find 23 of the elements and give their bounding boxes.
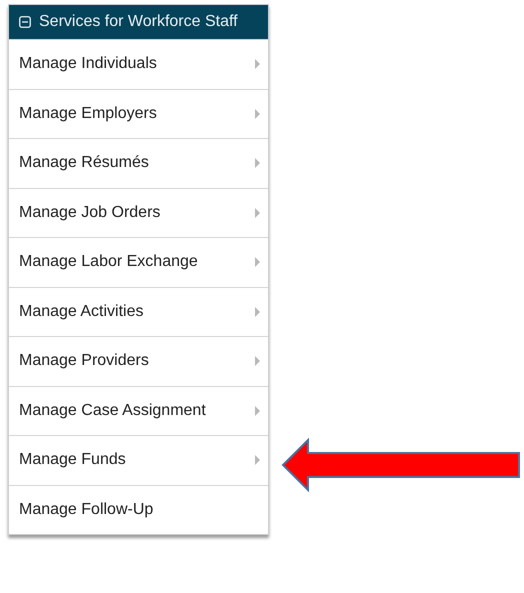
menu-item[interactable]: Manage Providers xyxy=(9,336,268,386)
menu-item[interactable]: Manage Case Assignment xyxy=(9,386,268,435)
menu-item[interactable]: Manage Employers xyxy=(9,88,268,138)
menu-title: Services for Workforce Staff xyxy=(19,8,258,36)
caret-icon xyxy=(255,257,260,268)
menu-item[interactable]: Manage Activities xyxy=(9,286,268,336)
menu-item[interactable]: Manage Job Orders xyxy=(9,188,268,237)
caret-icon xyxy=(255,455,260,466)
caret-icon xyxy=(255,356,260,366)
caret-icon xyxy=(255,108,260,119)
menu-header[interactable]: Services for Workforce Staff xyxy=(9,5,268,39)
caret-icon xyxy=(255,306,260,317)
menu-item[interactable]: Manage Funds xyxy=(9,435,268,484)
caret-icon xyxy=(255,158,260,168)
menu-item[interactable]: Manage Individuals xyxy=(9,39,268,88)
menu-item[interactable]: Manage Labor Exchange xyxy=(9,237,268,286)
arrow-icon xyxy=(281,437,521,493)
collapse-icon xyxy=(19,16,31,28)
menu-item[interactable]: Manage Follow-Up xyxy=(9,484,268,534)
caret-icon xyxy=(255,59,260,70)
caret-icon xyxy=(255,406,260,416)
caret-icon xyxy=(255,208,260,218)
menu-item[interactable]: Manage Résumés xyxy=(9,138,268,188)
